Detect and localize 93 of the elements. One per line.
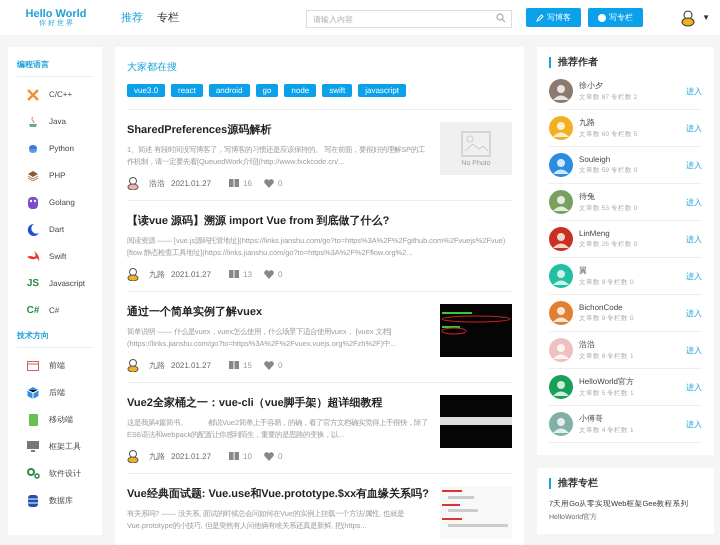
pen-icon (536, 14, 544, 22)
article-title[interactable]: 【读vue 源码】溯源 import Vue from 到底做了什么? (127, 213, 512, 228)
monitor-icon (27, 441, 39, 452)
book-icon (229, 179, 240, 187)
sidebar-item[interactable]: 框架工具 (17, 433, 93, 460)
author-name[interactable]: LinMeng (579, 229, 680, 238)
phone-icon (28, 414, 38, 426)
sidebar-item[interactable]: 前端 (17, 352, 93, 379)
avatar (549, 116, 573, 140)
avatar (549, 190, 573, 214)
language-icon: JS (26, 278, 40, 289)
sidebar-item[interactable]: 软件设计 (17, 460, 93, 487)
author-avatar (127, 358, 141, 372)
gear-icon (26, 468, 40, 479)
tools-icon (27, 88, 39, 100)
publish-date: 2021.01.27 (171, 360, 212, 370)
author-name[interactable]: 浩浩 (579, 339, 680, 350)
image-icon (461, 130, 491, 156)
article-title[interactable]: Vue2全家桶之一：vue-cli（vue脚手架）超详细教程 (127, 395, 430, 410)
sidebar-item[interactable]: Golang (17, 189, 93, 216)
language-icon: C# (26, 305, 40, 316)
publish-date: 2021.01.27 (171, 178, 212, 188)
section-title: 大家都在搜 (127, 60, 178, 74)
panel-title: 推荐作者 (549, 57, 702, 68)
author-name[interactable]: 九路 (149, 360, 165, 370)
author-name[interactable]: 浩浩 (149, 178, 165, 188)
heart-icon (264, 270, 274, 278)
author-avatar (127, 449, 141, 463)
avatar (549, 412, 573, 436)
publish-date: 2021.01.27 (171, 452, 212, 460)
read-count: 13 (243, 270, 252, 278)
cup-icon (28, 116, 38, 128)
heart-icon (264, 452, 274, 460)
author-name[interactable]: 待兔 (579, 191, 680, 202)
avatar (549, 153, 573, 177)
panel-title: 推荐专栏 (549, 478, 702, 489)
stack-icon (27, 170, 39, 180)
gopher-icon (28, 196, 38, 208)
author-name[interactable]: BichonCode (579, 303, 680, 312)
nav-tab[interactable]: 专栏 (157, 10, 179, 25)
caret-icon[interactable]: ▼ (702, 13, 710, 22)
sidebar-item[interactable]: JS Javascript (17, 270, 93, 297)
avatar (549, 338, 573, 362)
book-icon (229, 452, 240, 460)
book-icon (229, 270, 240, 278)
read-count: 15 (243, 360, 252, 370)
article-title[interactable]: 通过一个简单实例了解vuex (127, 304, 430, 319)
sidebar-heading: 编程语言 (17, 53, 93, 77)
avatar (549, 264, 573, 288)
browser-icon (27, 360, 39, 370)
author-avatar (127, 267, 141, 281)
like-count: 0 (278, 178, 282, 188)
avatar (549, 79, 573, 103)
sidebar-item[interactable]: C/C++ (17, 81, 93, 108)
sidebar-item[interactable]: Dart (17, 216, 93, 243)
read-count: 16 (243, 178, 252, 188)
sidebar-item[interactable]: Swift (17, 243, 93, 270)
author-name[interactable]: 九路 (579, 117, 680, 128)
sidebar-item[interactable]: PHP (17, 162, 93, 189)
sidebar-item[interactable]: 后端 (17, 379, 93, 406)
avatar (549, 227, 573, 251)
cube-icon (27, 386, 39, 398)
publish-date: 2021.01.27 (171, 270, 212, 278)
author-name[interactable]: 徐小夕 (579, 80, 680, 91)
sidebar-item[interactable]: Java (17, 108, 93, 135)
search-field[interactable]: 请输入内容 (306, 10, 512, 28)
sidebar-item[interactable]: Python (17, 135, 93, 162)
heart-icon (264, 360, 274, 370)
sidebar-item[interactable]: 移动端 (17, 406, 93, 433)
article-title[interactable]: SharedPreferences源码解析 (127, 122, 430, 137)
sidebar-item[interactable]: C# C# (17, 297, 93, 324)
database-icon (28, 494, 38, 506)
author-name[interactable]: Souleigh (579, 155, 680, 164)
author-name[interactable]: HelloWorld官方 (579, 376, 680, 387)
moon-icon (27, 224, 39, 236)
author-name[interactable]: 九路 (149, 268, 165, 280)
like-count: 0 (278, 452, 282, 460)
read-count: 10 (243, 452, 252, 460)
author-name[interactable]: 九路 (149, 450, 165, 462)
author-name[interactable]: 翼 (579, 265, 680, 276)
book-icon (229, 361, 240, 369)
author-name[interactable]: 小傅哥 (579, 413, 680, 424)
avatar (549, 301, 573, 325)
sidebar-item[interactable]: 数据库 (17, 487, 93, 514)
author-avatar (127, 176, 141, 190)
article-title[interactable]: Vue经典面试题: Vue.use和Vue.prototype.$xx有血缘关系吗? (127, 486, 430, 501)
sidebar-heading: 技术方向 (17, 324, 93, 348)
heart-icon (264, 178, 274, 188)
bird-icon (26, 251, 40, 262)
like-count: 0 (278, 270, 282, 278)
avatar (549, 375, 573, 399)
search-icon (496, 12, 506, 22)
like-count: 0 (278, 360, 282, 370)
